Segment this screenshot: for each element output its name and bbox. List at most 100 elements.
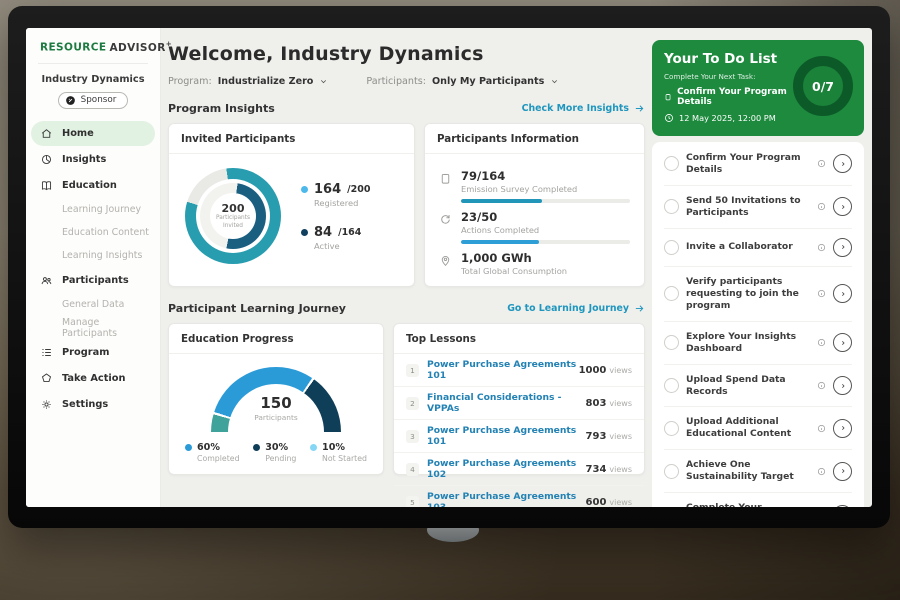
invited-donut-chart: 200 Participants Invited [185,168,281,264]
task-checkbox[interactable] [664,240,679,255]
task-open-button[interactable] [833,238,852,257]
sidebar-item-insights[interactable]: Insights [31,147,155,172]
todo-task[interactable]: Upload Additional Educational Content [664,407,852,450]
clipboard-icon [439,172,452,185]
sidebar-item-education[interactable]: Education [31,173,155,198]
task-open-button[interactable] [833,462,852,481]
main-content: Welcome, Industry Dynamics Program: Indu… [168,28,645,475]
arrow-right-icon [634,303,645,314]
chevron-right-icon [839,203,847,211]
gauge-legend: 60% Completed 30% Pending 10% Not Starte… [169,432,383,463]
arrow-right-icon [634,103,645,114]
chevron-right-icon [839,382,847,390]
app-window: RESOURCEADVISOR+ Industry Dynamics Spons… [26,28,872,507]
check-more-insights-link[interactable]: Check More Insights [522,103,645,114]
rank-badge: 1 [406,364,419,377]
todo-task[interactable]: Send 50 Invitations to Participants [664,186,852,229]
legend-item-completed: 60% Completed [185,442,240,463]
task-checkbox[interactable] [664,199,679,214]
insights-icon [40,153,53,166]
task-checkbox[interactable] [664,156,679,171]
task-checkbox[interactable] [664,286,679,301]
metric-actions-completed: 23/50 Actions Completed [439,210,630,244]
todo-task[interactable]: Achieve One Sustainability Target [664,450,852,493]
task-open-button[interactable] [833,154,852,173]
home-icon [40,127,53,140]
education-progress-card: Education Progress 150 Participants 60% … [168,323,384,475]
participants-filter-dropdown[interactable]: Participants: Only My Participants [366,76,559,87]
info-icon[interactable] [817,467,826,476]
legend-dot [301,229,308,236]
info-icon[interactable] [817,381,826,390]
organization-name: Industry Dynamics [26,74,160,85]
sidebar-item-manage-participants[interactable]: Manage Participants [31,317,155,339]
sidebar-item-general-data[interactable]: General Data [31,294,155,316]
pin-icon [439,254,452,267]
task-checkbox[interactable] [664,335,679,350]
info-icon[interactable] [817,338,826,347]
todo-header-card: Your To Do List Complete Your Next Task:… [652,40,864,136]
refresh-icon [439,213,452,226]
lesson-link[interactable]: Power Purchase Agreements 101 [427,359,579,381]
info-icon[interactable] [817,289,826,298]
info-icon[interactable] [817,202,826,211]
chevron-right-icon [839,290,847,298]
task-open-button[interactable] [833,333,852,352]
sponsor-icon [65,95,76,106]
rank-badge: 2 [406,397,419,410]
chevron-right-icon [839,424,847,432]
todo-task[interactable]: Confirm Your Program Details [664,143,852,186]
sidebar: RESOURCEADVISOR+ Industry Dynamics Spons… [26,28,161,507]
sponsor-badge: Sponsor [58,92,129,109]
chevron-down-icon [319,77,328,86]
sidebar-item-education-content[interactable]: Education Content [31,222,155,244]
go-to-learning-journey-link[interactable]: Go to Learning Journey [507,303,645,314]
task-checkbox[interactable] [664,378,679,393]
sidebar-item-learning-insights[interactable]: Learning Insights [31,245,155,267]
sidebar-item-settings[interactable]: Settings [31,392,155,417]
sidebar-item-learning-journey[interactable]: Learning Journey [31,199,155,221]
chevron-right-icon [839,467,847,475]
todo-task-list: Confirm Your Program Details Send 50 Inv… [652,142,864,507]
education-gauge-chart: 150 Participants [211,367,341,432]
card-title: Top Lessons [394,324,644,354]
lesson-link[interactable]: Power Purchase Agreements 101 [427,425,586,447]
chevron-right-icon [839,243,847,251]
todo-task[interactable]: Verify participants requesting to join t… [664,267,852,322]
task-open-button[interactable] [833,419,852,438]
task-open-button[interactable] [833,376,852,395]
chevron-right-icon [839,339,847,347]
clock-icon [664,113,674,123]
program-filter-dropdown[interactable]: Program: Industrialize Zero [168,76,328,87]
todo-task[interactable]: Upload Spend Data Records [664,365,852,408]
rank-badge: 4 [406,463,419,476]
todo-task[interactable]: Explore Your Insights Dashboard [664,322,852,365]
progress-bar [461,199,630,203]
book-icon [40,179,53,192]
filter-bar: Program: Industrialize Zero Participants… [168,76,645,87]
gear-icon [40,398,53,411]
legend-item-active: 84/164 Active [301,225,370,251]
sidebar-item-participants[interactable]: Participants [31,268,155,293]
metric-progress-fill [461,240,539,244]
info-icon[interactable] [817,159,826,168]
lesson-link[interactable]: Power Purchase Agreements 103 [427,491,586,507]
sidebar-item-home[interactable]: Home [31,121,155,146]
lesson-link[interactable]: Power Purchase Agreements 102 [427,458,586,480]
lesson-link[interactable]: Financial Considerations - VPPAs [427,392,586,414]
info-icon[interactable] [817,243,826,252]
task-checkbox[interactable] [664,421,679,436]
todo-task[interactable]: Complete Your Learning Journey [664,493,852,507]
next-task: Confirm Your Program Details [664,87,796,107]
info-icon[interactable] [817,424,826,433]
rank-badge: 3 [406,430,419,443]
task-checkbox[interactable] [664,464,679,479]
metric-progress-fill [461,199,542,203]
todo-task[interactable]: Invite a Collaborator [664,229,852,267]
lesson-row: 4 Power Purchase Agreements 102 734views [394,453,644,486]
task-open-button[interactable] [833,284,852,303]
task-open-button[interactable] [833,197,852,216]
sidebar-item-take-action[interactable]: Take Action [31,366,155,391]
sidebar-item-program[interactable]: Program [31,340,155,365]
task-open-button[interactable] [833,505,852,507]
